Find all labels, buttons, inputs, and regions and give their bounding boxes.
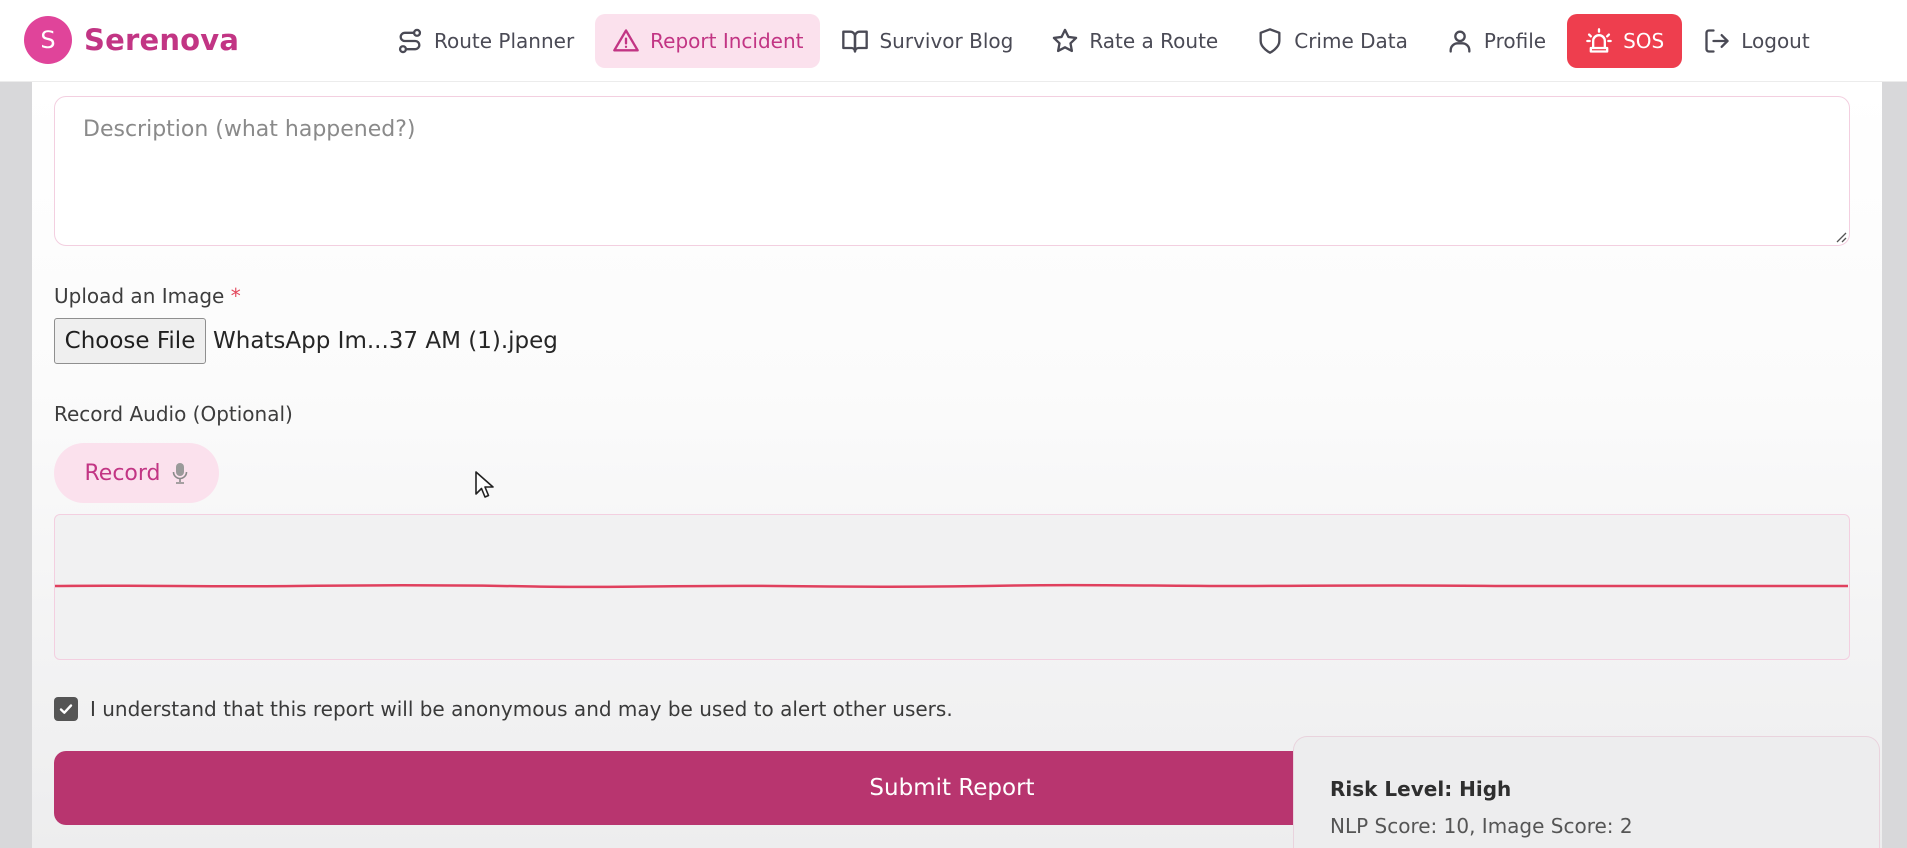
top-navbar: S Serenova Route Planner Report Incident… — [0, 0, 1907, 82]
risk-level-text: Risk Level: High — [1330, 777, 1512, 801]
siren-icon — [1586, 28, 1612, 53]
description-textarea[interactable]: Description (what happened?) — [54, 96, 1850, 246]
logout-icon — [1705, 29, 1729, 53]
nav-menu: Route Planner Report Incident Survivor B… — [379, 14, 1831, 68]
record-button-label: Record — [84, 460, 161, 486]
resize-grip-icon[interactable] — [1833, 229, 1847, 243]
description-placeholder: Description (what happened?) — [83, 117, 416, 142]
nav-profile[interactable]: Profile — [1429, 14, 1563, 68]
waveform-line — [54, 583, 1849, 589]
consent-checkbox[interactable] — [54, 697, 78, 721]
nav-report-incident[interactable]: Report Incident — [595, 14, 821, 68]
sos-button[interactable]: SOS — [1567, 14, 1683, 68]
nav-report-incident-label: Report Incident — [650, 29, 804, 53]
report-form-card: Description (what happened?) Upload an I… — [32, 82, 1882, 848]
microphone-icon — [172, 463, 187, 484]
user-icon — [1449, 30, 1471, 53]
nav-survivor-blog-label: Survivor Blog — [879, 29, 1014, 53]
record-button[interactable]: Record — [54, 443, 219, 503]
required-asterisk: * — [230, 284, 241, 308]
risk-scores-text: NLP Score: 10, Image Score: 2 — [1330, 814, 1633, 838]
nav-survivor-blog[interactable]: Survivor Blog — [824, 14, 1030, 68]
consent-text: I understand that this report will be an… — [90, 697, 953, 721]
file-input: Choose File WhatsApp Im...37 AM (1).jpeg — [54, 318, 558, 364]
brand-logo: S — [24, 16, 72, 64]
nav-crime-data-label: Crime Data — [1294, 29, 1408, 53]
brand-name: Serenova — [84, 23, 240, 57]
upload-image-label-text: Upload an Image — [54, 284, 225, 308]
star-icon — [1053, 28, 1078, 53]
sos-label: SOS — [1623, 29, 1665, 53]
nav-route-planner[interactable]: Route Planner — [379, 14, 591, 68]
nav-crime-data[interactable]: Crime Data — [1239, 14, 1425, 68]
nav-logout-label: Logout — [1741, 29, 1810, 53]
risk-result-panel: Risk Level: High NLP Score: 10, Image Sc… — [1293, 736, 1880, 848]
upload-image-label: Upload an Image * — [54, 284, 241, 308]
nav-profile-label: Profile — [1483, 29, 1547, 53]
record-audio-label: Record Audio (Optional) — [54, 402, 293, 426]
nav-route-planner-label: Route Planner — [434, 29, 575, 53]
route-icon — [398, 28, 422, 54]
mouse-cursor-icon — [475, 471, 494, 498]
book-icon — [842, 30, 869, 53]
check-icon — [59, 704, 73, 714]
choose-file-button[interactable]: Choose File — [54, 318, 206, 364]
brand[interactable]: S Serenova — [24, 16, 239, 64]
selected-file-name: WhatsApp Im...37 AM (1).jpeg — [213, 328, 558, 354]
nav-rate-a-route-label: Rate a Route — [1089, 29, 1219, 53]
nav-rate-a-route[interactable]: Rate a Route — [1034, 14, 1235, 68]
shield-icon — [1259, 28, 1281, 54]
warning-triangle-icon — [613, 29, 640, 52]
consent-row: I understand that this report will be an… — [54, 697, 953, 721]
nav-logout[interactable]: Logout — [1686, 14, 1826, 68]
page-margin — [1882, 82, 1907, 848]
audio-waveform — [54, 514, 1850, 660]
